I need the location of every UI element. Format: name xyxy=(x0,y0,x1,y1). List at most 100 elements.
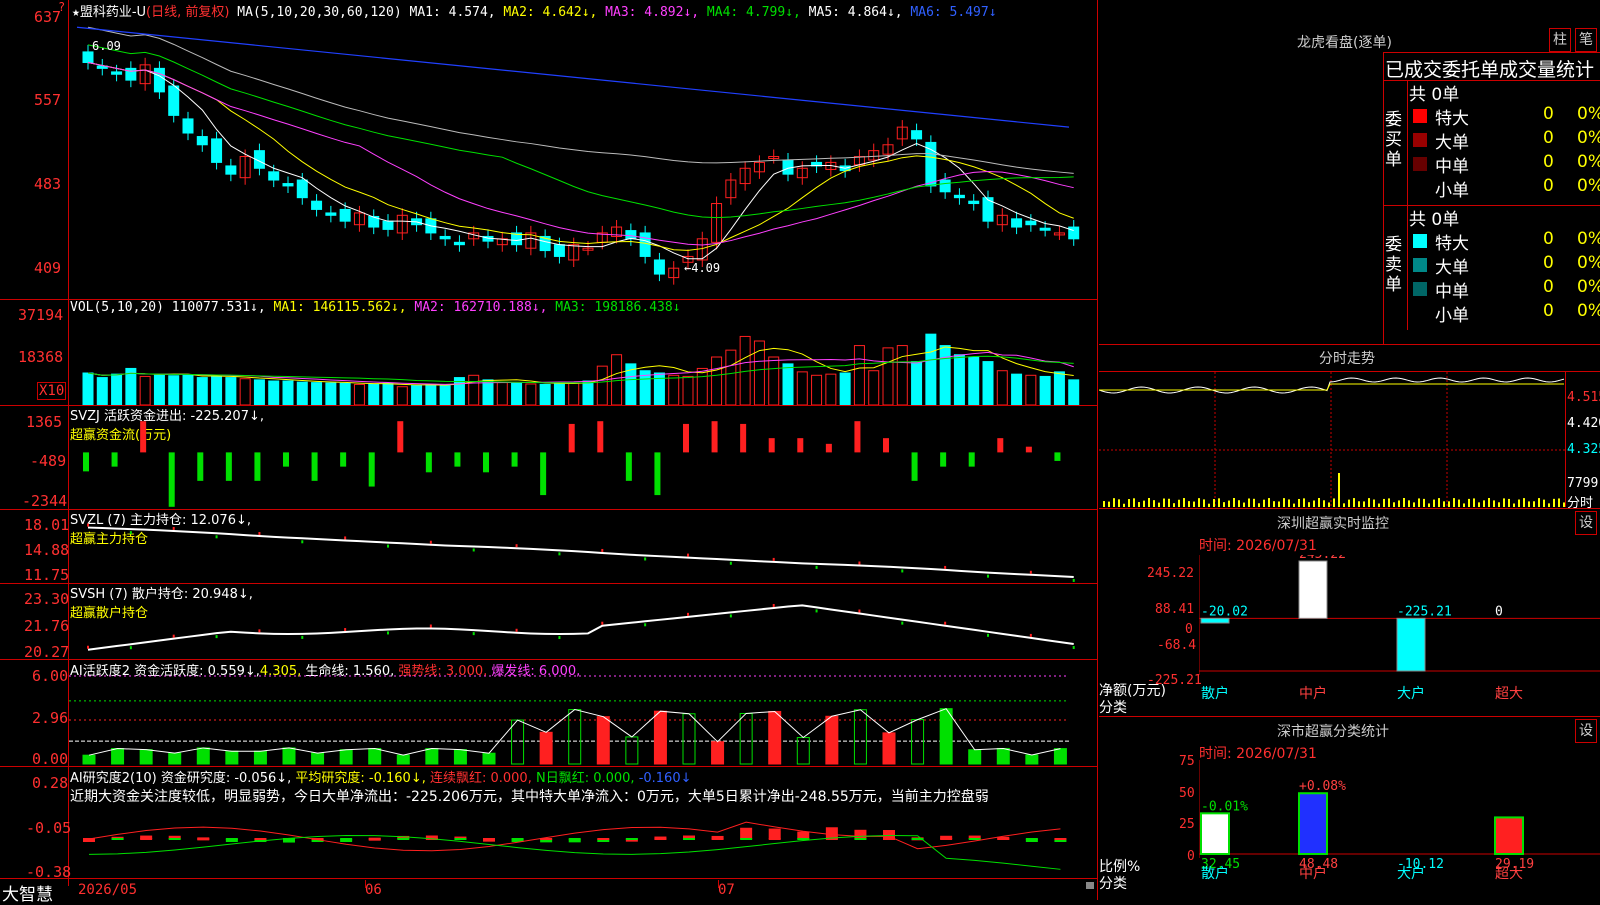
holding-tick xyxy=(172,634,175,638)
activity-bar xyxy=(253,750,267,765)
intraday-vol-bar xyxy=(1193,501,1195,507)
holding-tick xyxy=(558,636,561,640)
volume-bar xyxy=(1053,371,1065,405)
svsh-chart xyxy=(87,603,1075,651)
ai2-name: AI研究度2(10) xyxy=(70,771,157,786)
svsh-tick: 21.76 xyxy=(24,617,70,635)
holding-tick xyxy=(129,531,132,535)
activity-bar xyxy=(853,709,867,765)
row-count: 0 xyxy=(1543,253,1554,273)
main-chart-area[interactable]: ★盟科药业-U(日线, 前复权) MA(5,10,20,30,60,120) M… xyxy=(0,0,1098,905)
candle-body xyxy=(953,194,965,199)
svzj-tick: -489 xyxy=(30,452,67,470)
holding-tick xyxy=(1029,633,1032,637)
holding-tick xyxy=(515,544,518,548)
monitor-tick: -68.4 xyxy=(1157,638,1197,653)
activity-bar xyxy=(196,747,210,765)
monitor-tick: 0 xyxy=(1185,622,1193,637)
volume-bar xyxy=(825,373,837,405)
intraday-vol-bar xyxy=(1343,503,1345,507)
classify-xlabel: 分类 xyxy=(1099,876,1127,892)
volume-bar xyxy=(611,354,623,405)
monitor-settings-button[interactable]: 设 xyxy=(1575,511,1597,535)
brand-logo[interactable]: 大智慧 xyxy=(2,880,53,905)
monitor-value-label: 0 xyxy=(1495,604,1503,619)
candle-body xyxy=(111,71,123,75)
activity-bar xyxy=(396,754,410,765)
intraday-vol-bar xyxy=(1118,499,1120,507)
activity-bar xyxy=(111,748,125,765)
classify-bar xyxy=(1298,792,1328,855)
row-count: 0 xyxy=(1543,301,1554,321)
intraday-vol-bar xyxy=(1443,501,1445,507)
legend-swatch xyxy=(1413,234,1427,248)
divider xyxy=(1407,80,1408,330)
vol-unit: X10 xyxy=(37,382,67,400)
intraday-vol-bar xyxy=(1368,498,1370,507)
intraday-vol-bar xyxy=(1508,498,1510,507)
svzl-tick: 11.75 xyxy=(24,566,70,584)
intraday-vol-bar xyxy=(1348,499,1350,507)
classify-settings-button[interactable]: 设 xyxy=(1575,719,1597,743)
intraday-chart xyxy=(1099,372,1565,507)
tick-mode-button[interactable]: 笔 xyxy=(1575,28,1597,52)
intraday-vol-bar xyxy=(1523,498,1525,507)
intraday-vol-bar xyxy=(1183,498,1185,507)
flow-bar xyxy=(797,438,804,453)
intraday-vol-bar xyxy=(1148,498,1150,507)
volume-bar xyxy=(496,382,508,405)
svzj-tick: 1365 xyxy=(26,413,63,431)
holding-tick xyxy=(815,565,818,569)
classify-tick: 0 xyxy=(1187,849,1195,864)
volume-bar xyxy=(911,361,923,405)
sell-row: 小单 0 0% xyxy=(1409,301,1600,326)
row-count: 0 xyxy=(1543,128,1554,148)
volume-bar xyxy=(268,380,280,405)
vol-ma3: MA3: 198186.438↓ xyxy=(555,300,681,315)
holding-tick xyxy=(344,536,347,540)
intraday-vol-bar xyxy=(1493,500,1495,507)
intraday-vol-bar xyxy=(1273,501,1275,507)
intraday-vol-bar xyxy=(1188,501,1190,507)
classify-change-label: +0.08% xyxy=(1299,779,1346,794)
intraday-vol-bar xyxy=(1478,502,1480,507)
volume-bar xyxy=(468,374,480,405)
candle-body xyxy=(225,165,237,175)
intraday-tick: 4.325 xyxy=(1567,442,1600,457)
holding-tick xyxy=(772,557,775,561)
classify-category-label: 超大 xyxy=(1495,866,1523,882)
intraday-vol-bar xyxy=(1258,503,1260,507)
intraday-vol-bar xyxy=(1238,500,1240,507)
holding-tick xyxy=(129,646,132,650)
volume-bar xyxy=(182,374,194,405)
divider xyxy=(1565,372,1566,507)
buy-label: 委买单 xyxy=(1385,110,1402,170)
divider xyxy=(0,878,1098,879)
holding-tick xyxy=(87,645,89,649)
volume-bar xyxy=(811,374,823,405)
candle-body xyxy=(1025,220,1037,226)
intraday-vol-bar xyxy=(1548,503,1550,507)
intraday-vol-bar xyxy=(1503,498,1505,507)
holding-tick xyxy=(87,523,89,527)
flow-bar xyxy=(511,452,518,467)
flow-bar xyxy=(425,452,432,473)
lock-icon[interactable] xyxy=(1086,882,1094,889)
buy-row: 小单 0 0% xyxy=(1409,176,1600,201)
x-tick: 06 xyxy=(365,882,382,898)
candle-body xyxy=(82,51,94,63)
volume-bar xyxy=(553,382,565,405)
flow-bar xyxy=(1054,452,1061,461)
activity-bar xyxy=(568,709,582,765)
classify-category-label: 散户 xyxy=(1201,865,1229,882)
flow-bar xyxy=(825,443,832,453)
flow-bar xyxy=(997,438,1004,453)
legend-swatch xyxy=(1413,133,1427,147)
flow-bar xyxy=(940,452,947,467)
holding-tick xyxy=(1072,578,1075,582)
bar-mode-button[interactable]: 柱 xyxy=(1549,28,1571,52)
volume-bar xyxy=(711,356,723,405)
candle-body xyxy=(553,244,565,257)
candle-body xyxy=(625,230,637,240)
holding-tick xyxy=(901,569,904,573)
